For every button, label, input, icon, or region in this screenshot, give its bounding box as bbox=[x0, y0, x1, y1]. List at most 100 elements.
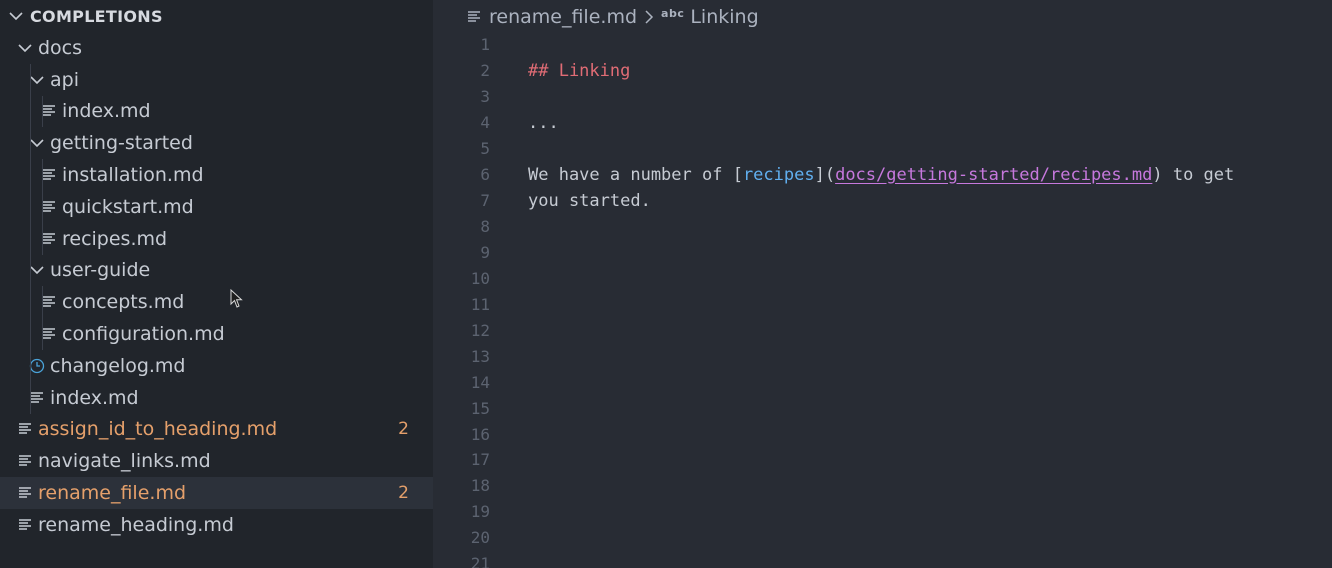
breadcrumb-file[interactable]: rename_file.md bbox=[489, 6, 637, 28]
code-line[interactable]: 3 bbox=[433, 84, 1332, 110]
code-line[interactable]: 9 bbox=[433, 240, 1332, 266]
file-tree: docs api index.md getting-started installati… bbox=[0, 32, 433, 541]
tree-item-label: installation.md bbox=[62, 164, 204, 187]
file-item[interactable]: configuration.md bbox=[0, 318, 433, 350]
code-line[interactable]: 13 bbox=[433, 343, 1332, 369]
line-number: 17 bbox=[470, 450, 490, 470]
app-window: COMPLETIONS docs api index.md getting-start… bbox=[0, 0, 1332, 568]
code-line[interactable]: 12 bbox=[433, 317, 1332, 343]
string-symbol-icon: abc bbox=[661, 6, 685, 20]
file-item[interactable]: recipes.md bbox=[0, 223, 433, 255]
indent-guide bbox=[30, 63, 31, 414]
file-item[interactable]: navigate_links.md bbox=[0, 445, 433, 477]
problem-count-badge: 2 bbox=[398, 483, 409, 504]
file-item[interactable]: index.md bbox=[0, 382, 433, 414]
link-url-text[interactable]: docs/getting-started/recipes.md bbox=[835, 165, 1152, 185]
code-line[interactable]: 10 bbox=[433, 265, 1332, 291]
line-number: 12 bbox=[470, 320, 490, 340]
folder-item[interactable]: getting-started bbox=[0, 127, 433, 159]
folder-item[interactable]: api bbox=[0, 64, 433, 96]
tree-item-label: quickstart.md bbox=[62, 195, 194, 218]
breadcrumb: rename_file.md abc Linking bbox=[433, 0, 1332, 34]
chevron-right-icon bbox=[643, 9, 655, 25]
code-line[interactable]: 8 bbox=[433, 214, 1332, 240]
code-line[interactable]: 19 bbox=[433, 499, 1332, 525]
line-number: 8 bbox=[480, 217, 490, 237]
folder-item[interactable]: docs bbox=[0, 32, 433, 64]
indent-guide bbox=[42, 286, 43, 350]
code-line[interactable]: 20 bbox=[433, 525, 1332, 551]
line-number: 5 bbox=[480, 139, 490, 159]
mouse-pointer-icon bbox=[230, 289, 243, 308]
code-line[interactable]: 15 bbox=[433, 395, 1332, 421]
code-area[interactable]: 1 2 ## Linking 3 4... 5 6 We have a number of [… bbox=[433, 32, 1332, 568]
file-item[interactable]: changelog.md bbox=[0, 350, 433, 382]
tree-item-label: index.md bbox=[50, 386, 139, 409]
markdown-file-icon bbox=[16, 516, 34, 534]
tree-item-label: rename_file.md bbox=[38, 482, 187, 505]
code-line[interactable]: 18 bbox=[433, 473, 1332, 499]
tree-item-label: navigate_links.md bbox=[38, 450, 211, 473]
file-item[interactable]: rename_heading.md bbox=[0, 509, 433, 541]
explorer-section-header[interactable]: COMPLETIONS bbox=[0, 0, 433, 32]
markdown-file-icon bbox=[16, 484, 34, 502]
code-line[interactable]: 5 bbox=[433, 136, 1332, 162]
code-line[interactable]: 2 ## Linking bbox=[433, 58, 1332, 84]
code-text: you started. bbox=[528, 190, 651, 211]
code-line[interactable]: 17 bbox=[433, 447, 1332, 473]
file-item[interactable]: assign_id_to_heading.md 2 bbox=[0, 414, 433, 446]
code-line[interactable]: 16 bbox=[433, 421, 1332, 447]
markdown-file-icon bbox=[16, 452, 34, 470]
folder-item[interactable]: user-guide bbox=[0, 255, 433, 287]
tree-item-label: getting-started bbox=[50, 132, 193, 155]
code-line[interactable]: 14 bbox=[433, 369, 1332, 395]
line-number: 11 bbox=[470, 294, 490, 314]
line-number: 14 bbox=[470, 372, 490, 392]
markdown-file-icon bbox=[16, 420, 34, 438]
markdown-file-icon bbox=[467, 9, 483, 25]
indent-guide bbox=[42, 95, 43, 128]
file-item[interactable]: index.md bbox=[0, 96, 433, 128]
tree-item-label: recipes.md bbox=[62, 227, 168, 250]
line-number: 18 bbox=[470, 476, 490, 496]
file-item[interactable]: concepts.md bbox=[0, 286, 433, 318]
line-number: 2 bbox=[480, 61, 490, 81]
file-item[interactable]: quickstart.md bbox=[0, 191, 433, 223]
line-number: 13 bbox=[470, 346, 490, 366]
tree-item-label: api bbox=[50, 68, 79, 91]
indent-guide bbox=[42, 159, 43, 255]
line-number: 15 bbox=[470, 398, 490, 418]
line-number: 10 bbox=[470, 268, 490, 288]
code-text: ... bbox=[528, 112, 559, 133]
section-title: COMPLETIONS bbox=[30, 6, 163, 26]
line-number: 21 bbox=[470, 554, 490, 568]
line-number: 16 bbox=[470, 424, 490, 444]
line-number: 4 bbox=[480, 113, 490, 133]
tree-item-label: changelog.md bbox=[50, 354, 186, 377]
line-number: 20 bbox=[470, 528, 490, 548]
tree-item-label: user-guide bbox=[50, 259, 151, 282]
tree-item-label: docs bbox=[38, 36, 83, 59]
code-text: ]( bbox=[814, 164, 836, 185]
editor-pane: rename_file.md abc Linking 1 2 ## Linking 3… bbox=[433, 0, 1332, 568]
code-line[interactable]: 6 We have a number of [recipes](docs/gett… bbox=[433, 162, 1332, 188]
tree-item-label: configuration.md bbox=[62, 323, 225, 346]
chevron-down-icon bbox=[9, 12, 23, 21]
tree-item-label: index.md bbox=[62, 100, 151, 123]
tree-item-label: rename_heading.md bbox=[38, 513, 234, 536]
link-label-text: recipes bbox=[742, 164, 815, 185]
file-item[interactable]: rename_file.md 2 bbox=[0, 477, 433, 509]
code-line[interactable]: 1 bbox=[433, 32, 1332, 58]
tree-item-label: concepts.md bbox=[62, 291, 185, 314]
code-line[interactable]: 4... bbox=[433, 110, 1332, 136]
code-line[interactable]: 7 you started. bbox=[433, 188, 1332, 214]
heading-text: ## Linking bbox=[528, 60, 631, 81]
line-number: 1 bbox=[480, 35, 490, 55]
code-line[interactable]: 21 bbox=[433, 551, 1332, 568]
line-number: 6 bbox=[480, 165, 490, 185]
line-number: 19 bbox=[470, 502, 490, 522]
chevron-down-icon bbox=[16, 39, 34, 57]
file-item[interactable]: installation.md bbox=[0, 159, 433, 191]
code-line[interactable]: 11 bbox=[433, 291, 1332, 317]
breadcrumb-symbol[interactable]: Linking bbox=[690, 6, 758, 28]
